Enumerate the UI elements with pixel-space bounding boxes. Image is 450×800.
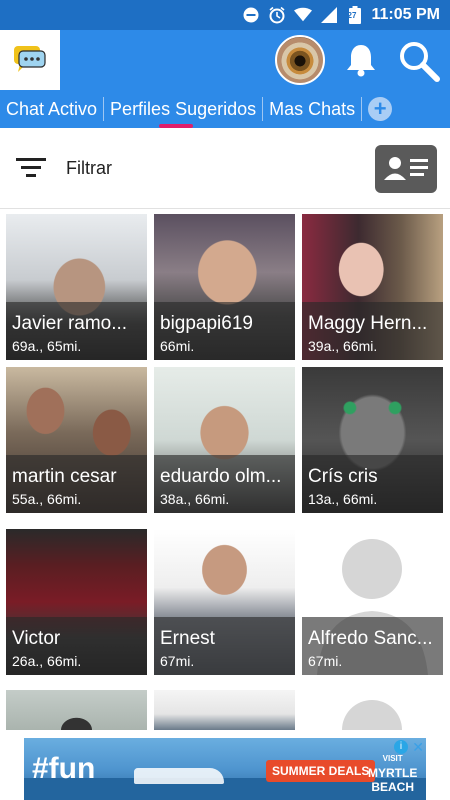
profile-tile[interactable] — [154, 690, 295, 730]
tab-chat-activo[interactable]: Chat Activo — [0, 90, 103, 128]
tab-mas-chats[interactable]: Mas Chats — [263, 90, 361, 128]
sort-lines-icon[interactable] — [16, 156, 46, 180]
ad-close-icon[interactable]: ✕ — [412, 739, 424, 756]
profile-meta: 67mi. — [308, 653, 343, 669]
profile-meta: 69a., 65mi. — [12, 338, 82, 354]
profile-tile[interactable] — [6, 690, 147, 730]
alarm-icon — [268, 6, 286, 24]
profile-meta: 39a., 66mi. — [308, 338, 378, 354]
app-logo[interactable] — [0, 30, 60, 90]
ad-headline: #fun — [32, 752, 96, 785]
profile-name: bigpapi619 — [160, 313, 253, 334]
profile-tile[interactable]: martin cesar 55a., 66mi. — [6, 367, 147, 513]
tab-perfiles-sugeridos[interactable]: Perfiles Sugeridos — [104, 90, 262, 128]
dnd-icon — [242, 6, 260, 24]
ad-banner[interactable]: #fun SUMMER DEALS VISIT MYRTLE BEACH i ✕ — [24, 738, 426, 800]
wifi-icon — [293, 6, 312, 24]
contact-card-button[interactable] — [375, 145, 437, 193]
ad-dest-line3: BEACH — [371, 780, 414, 794]
profile-name: Ernest — [160, 628, 215, 649]
battery-icon: 27 — [346, 6, 364, 24]
add-tab-button[interactable]: + — [368, 96, 393, 121]
profile-meta: 38a., 66mi. — [160, 491, 230, 507]
status-time: 11:05 PM — [371, 6, 440, 23]
profile-meta: 55a., 66mi. — [12, 491, 82, 507]
filter-bar: Filtrar — [0, 128, 450, 209]
app-bar — [0, 30, 450, 90]
ad-dest-line1: VISIT — [382, 754, 403, 763]
profile-name: Crís cris — [308, 466, 378, 487]
profile-tile[interactable]: Alfredo Sanc... 67mi. — [302, 529, 443, 675]
ad-dest-line2: MYRTLE — [368, 766, 418, 780]
profile-photo — [6, 690, 147, 730]
tab-bar: Chat Activo Perfiles Sugeridos Mas Chats… — [0, 90, 450, 128]
profile-tile[interactable]: Javier ramo... 69a., 65mi. — [6, 214, 147, 360]
battery-level: 27 — [347, 11, 357, 20]
profile-photo — [154, 690, 295, 730]
contact-card-icon — [384, 157, 428, 180]
profile-tile[interactable]: bigpapi619 66mi. — [154, 214, 295, 360]
default-avatar-icon — [342, 700, 402, 730]
profile-tile[interactable]: Victor 26a., 66mi. — [6, 529, 147, 675]
profile-name: Alfredo Sanc... — [308, 628, 433, 649]
profile-tile[interactable]: eduardo olm... 38a., 66mi. — [154, 367, 295, 513]
filter-label[interactable]: Filtrar — [66, 158, 112, 179]
bell-icon[interactable] — [343, 42, 379, 78]
ad-destination: VISIT MYRTLE BEACH — [368, 752, 417, 794]
ad-deal-badge: SUMMER DEALS — [266, 760, 376, 782]
profile-name: Victor — [12, 628, 61, 649]
tab-divider — [361, 97, 363, 121]
profile-name: Javier ramo... — [12, 313, 128, 334]
user-avatar[interactable] — [275, 35, 325, 85]
profile-name: Maggy Hern... — [308, 313, 428, 334]
chat-bubbles-icon — [14, 46, 46, 72]
search-icon[interactable] — [398, 40, 440, 82]
profile-meta: 66mi. — [160, 338, 195, 354]
profile-meta: 13a., 66mi. — [308, 491, 378, 507]
profile-tile[interactable] — [302, 690, 443, 730]
profile-tile[interactable]: Maggy Hern... 39a., 66mi. — [302, 214, 443, 360]
profile-name: martin cesar — [12, 466, 117, 487]
ad-info-icon[interactable]: i — [394, 740, 408, 754]
profile-name: eduardo olm... — [160, 466, 282, 487]
profile-meta: 26a., 66mi. — [12, 653, 82, 669]
profile-tile[interactable]: Ernest 67mi. — [154, 529, 295, 675]
profile-meta: 67mi. — [160, 653, 195, 669]
ad-jetski-image — [134, 768, 224, 784]
profile-tile[interactable]: Crís cris 13a., 66mi. — [302, 367, 443, 513]
status-bar: 27 11:05 PM — [0, 0, 450, 30]
signal-icon — [320, 6, 338, 24]
